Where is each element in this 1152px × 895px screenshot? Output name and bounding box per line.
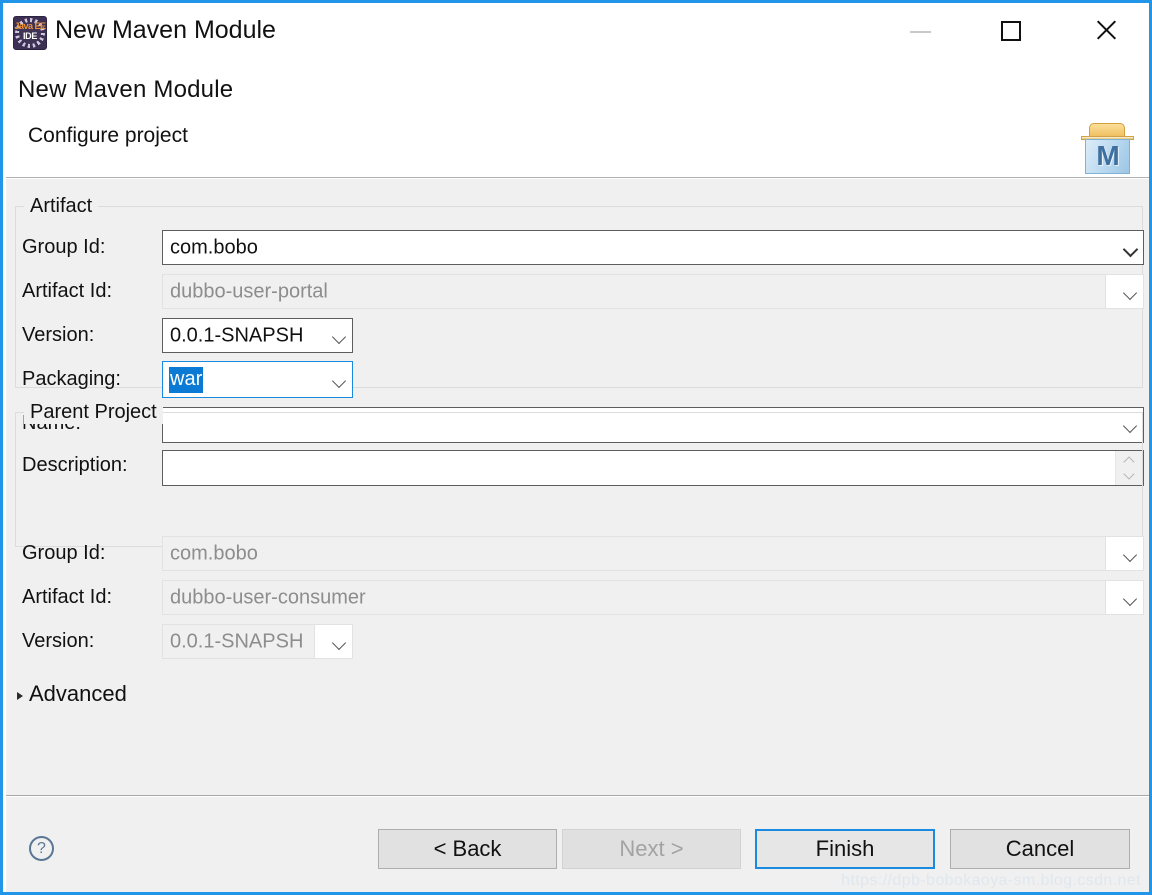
artifact-group-legend: Artifact — [24, 195, 99, 218]
app-icon-line2: IDE — [22, 31, 38, 41]
close-button[interactable] — [1083, 9, 1129, 51]
header-title: New Maven Module — [18, 76, 234, 103]
parent-artifact-id-combo[interactable]: dubbo-user-consumer — [162, 580, 1144, 615]
header-subtitle: Configure project — [28, 124, 188, 147]
parent-version-combo[interactable]: 0.0.1-SNAPSH — [162, 624, 353, 659]
cancel-button[interactable]: Cancel — [950, 829, 1130, 869]
minimize-icon — [910, 31, 931, 33]
maven-letter: M — [1096, 140, 1120, 171]
parent-version-label: Version: — [22, 630, 95, 652]
advanced-label: Advanced — [29, 681, 127, 706]
parent-project-group-legend: Parent Project — [24, 401, 163, 424]
chevron-down-icon — [1123, 244, 1137, 253]
chevron-down-icon — [332, 376, 346, 385]
artifact-version-value: 0.0.1-SNAPSH — [170, 324, 304, 346]
help-question-icon[interactable]: ? — [29, 836, 54, 861]
maximize-icon — [1001, 21, 1021, 41]
minimize-button[interactable] — [899, 9, 945, 51]
chevron-down-icon — [1123, 288, 1137, 297]
parent-artifact-id-value: dubbo-user-consumer — [170, 586, 366, 608]
title-bar: Java EE IDE New Maven Module — [3, 3, 1149, 60]
maximize-button[interactable] — [989, 9, 1035, 51]
artifact-artifact-id-value: dubbo-user-portal — [170, 280, 328, 302]
maven-folder-icon: M — [1077, 122, 1139, 176]
next-button: Next > — [562, 829, 741, 869]
artifact-group-id-label: Group Id: — [22, 236, 106, 258]
parent-artifact-id-label: Artifact Id: — [22, 586, 113, 608]
parent-project-group: Parent Project — [15, 401, 1143, 547]
chevron-down-icon — [332, 332, 346, 341]
eclipse-javaee-ide-icon: Java EE IDE — [13, 16, 47, 50]
close-icon — [1083, 9, 1129, 51]
chevron-down-icon — [1123, 550, 1137, 559]
artifact-version-combo[interactable]: 0.0.1-SNAPSH — [162, 318, 353, 353]
window-title: New Maven Module — [55, 16, 276, 44]
parent-group-id-combo[interactable]: com.bobo — [162, 536, 1144, 571]
back-button[interactable]: < Back — [378, 829, 557, 869]
new-maven-module-dialog: Java EE IDE New Maven Module New Maven M… — [0, 0, 1152, 895]
parent-version-value: 0.0.1-SNAPSH — [170, 630, 304, 652]
dialog-header: New Maven Module Configure project M — [6, 60, 1149, 178]
artifact-group-id-value: com.bobo — [170, 236, 258, 258]
artifact-artifact-id-label: Artifact Id: — [22, 280, 113, 302]
app-icon-line1: Java EE — [14, 21, 46, 31]
dialog-body: Artifact Group Id: com.bobo Artifact Id:… — [6, 179, 1149, 796]
finish-button[interactable]: Finish — [755, 829, 935, 869]
parent-group-id-label: Group Id: — [22, 542, 106, 564]
artifact-packaging-value: war — [169, 366, 204, 393]
artifact-packaging-label: Packaging: — [22, 368, 121, 390]
artifact-packaging-combo[interactable]: war — [162, 361, 353, 398]
chevron-down-icon — [1123, 594, 1137, 603]
triangle-right-icon — [17, 692, 23, 700]
artifact-group-id-combo[interactable]: com.bobo — [162, 230, 1144, 265]
help-glyph: ? — [37, 840, 46, 857]
artifact-artifact-id-combo[interactable]: dubbo-user-portal — [162, 274, 1144, 309]
artifact-version-label: Version: — [22, 324, 95, 346]
watermark-text: https://dpb-bobokaoya-sm.blog.csdn.net — [841, 872, 1141, 889]
chevron-down-icon — [332, 638, 346, 647]
parent-group-id-value: com.bobo — [170, 542, 258, 564]
